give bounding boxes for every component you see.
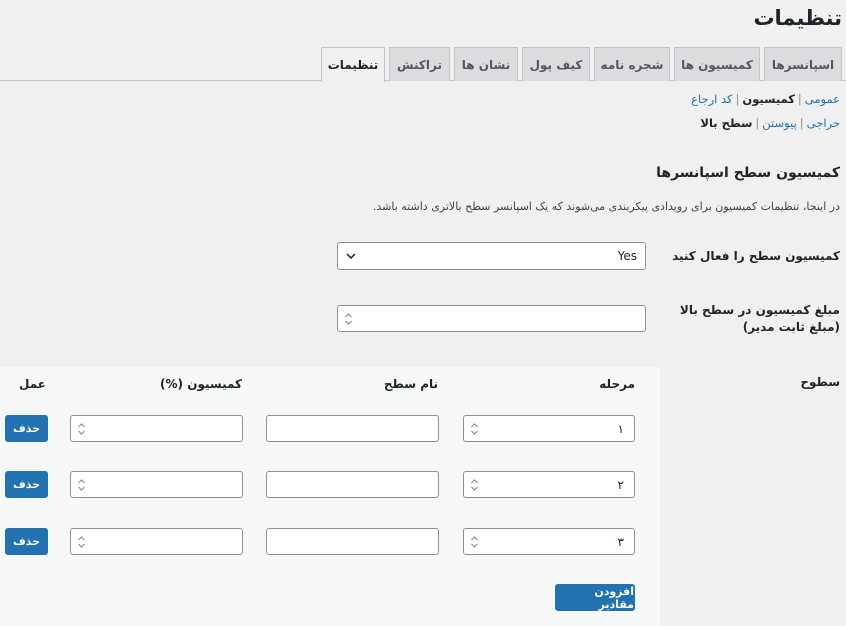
spinner-icon[interactable] — [470, 422, 479, 436]
stage-input[interactable]: ۱ — [463, 415, 635, 442]
enable-commission-value: Yes — [617, 249, 637, 263]
delete-row-button[interactable]: حذف — [5, 471, 48, 498]
tab-genealogy[interactable]: شجره نامه — [594, 47, 670, 81]
tab-transactions[interactable]: تراکنش — [389, 47, 450, 81]
subnav-row-1: عمومی|کمیسیون|کد ارجاع — [691, 92, 840, 106]
commission-amount-input[interactable] — [337, 305, 646, 332]
subnav-commission[interactable]: کمیسیون — [742, 92, 795, 106]
spinner-icon[interactable] — [77, 478, 86, 492]
add-values-button[interactable]: افزودن مقادیر — [555, 584, 635, 611]
enable-commission-select[interactable]: Yes — [337, 242, 646, 270]
tab-commissions[interactable]: کمیسیون ها — [674, 47, 760, 81]
tab-bar: اسپانسرها کمیسیون ها شجره نامه کیف پول ن… — [0, 47, 846, 82]
levels-label: سطوح — [800, 375, 840, 389]
col-stage: مرحله — [599, 377, 635, 391]
page-title: تنظیمات — [753, 6, 842, 30]
commission-percent-input[interactable] — [70, 528, 243, 555]
delete-row-button[interactable]: حذف — [5, 528, 48, 555]
spinner-icon[interactable] — [344, 312, 353, 326]
subnav-join[interactable]: پیوستن — [762, 116, 796, 130]
subnav-general[interactable]: عمومی — [805, 92, 840, 106]
spinner-icon[interactable] — [470, 478, 479, 492]
tab-sponsors[interactable]: اسپانسرها — [764, 47, 842, 81]
commission-amount-label: مبلغ کمیسیون در سطح بالا (مبلغ ثابت مدیر… — [679, 303, 840, 334]
section-title: کمیسیون سطح اسپانسرها — [656, 165, 840, 181]
tab-settings[interactable]: تنظیمات — [321, 47, 385, 82]
section-description: در اینجا، تنظیمات کمیسیون برای رویدادی پ… — [372, 200, 840, 213]
delete-row-button[interactable]: حذف — [5, 415, 48, 442]
subnav-top-level[interactable]: سطح بالا — [700, 116, 752, 130]
subnav-row-2: حراجی|پیوستن|سطح بالا — [700, 116, 840, 130]
subnav-referral-code[interactable]: کد ارجاع — [691, 92, 732, 106]
enable-commission-label: کمیسیون سطح را فعال کنید — [672, 249, 840, 263]
col-commission: کمیسیون (%) — [160, 377, 242, 391]
commission-percent-input[interactable] — [70, 471, 243, 498]
spinner-icon[interactable] — [77, 535, 86, 549]
spinner-icon[interactable] — [470, 535, 479, 549]
commission-percent-input[interactable] — [70, 415, 243, 442]
col-action: عمل — [19, 377, 46, 391]
tab-wallet[interactable]: کیف پول — [522, 47, 590, 81]
col-level-name: نام سطح — [383, 377, 438, 391]
level-name-input[interactable] — [266, 471, 439, 498]
level-name-input[interactable] — [266, 528, 439, 555]
subnav-auction[interactable]: حراجی — [807, 116, 840, 130]
spinner-icon[interactable] — [77, 422, 86, 436]
stage-input[interactable]: ۲ — [463, 471, 635, 498]
tab-badges[interactable]: نشان ها — [454, 47, 518, 81]
level-name-input[interactable] — [266, 415, 439, 442]
stage-input[interactable]: ۳ — [463, 528, 635, 555]
chevron-down-icon — [346, 253, 356, 260]
